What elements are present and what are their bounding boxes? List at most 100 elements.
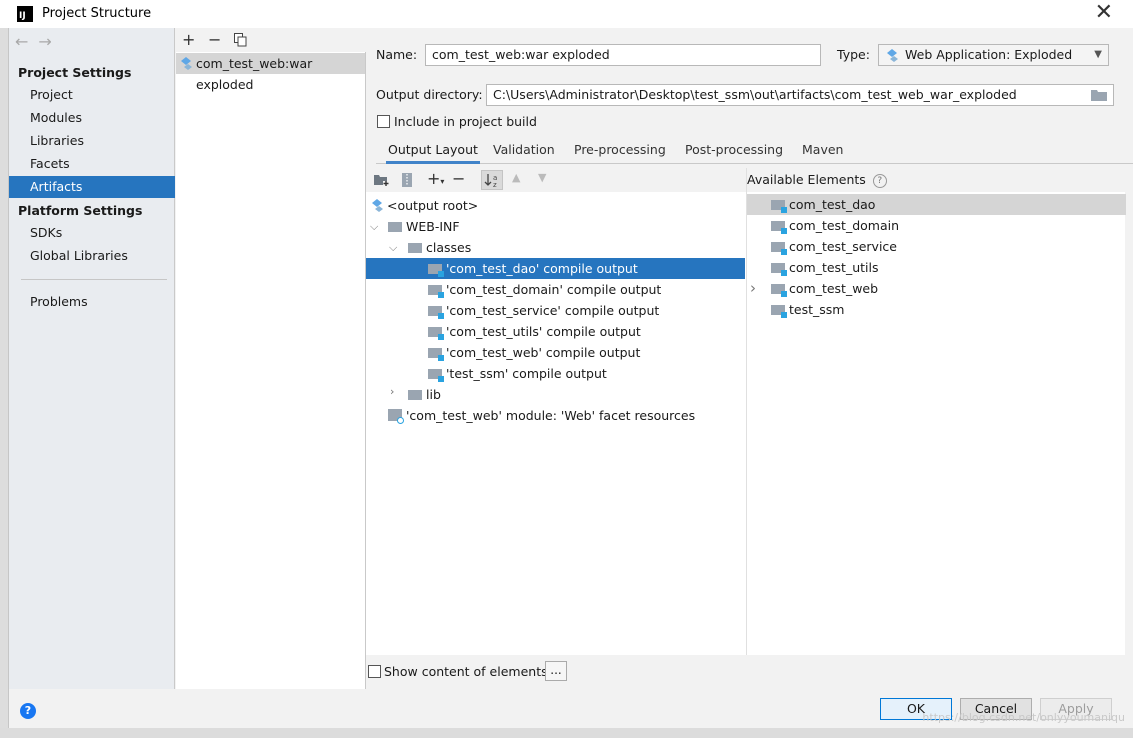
folder-browse-icon[interactable] — [1091, 89, 1107, 101]
type-select[interactable]: Web Application: Exploded ▼ — [878, 44, 1109, 66]
show-content-checkbox[interactable] — [368, 665, 381, 678]
name-field[interactable]: com_test_web:war exploded — [425, 44, 821, 66]
platform-settings-header: Platform Settings — [18, 203, 143, 218]
tab-pre-processing[interactable]: Pre-processing — [572, 138, 668, 164]
forward-arrow-icon[interactable]: → — [38, 32, 61, 51]
move-down-icon[interactable]: ▼ — [538, 171, 546, 184]
sidebar-divider — [21, 279, 167, 280]
facet-resources-icon — [388, 409, 404, 424]
artifacts-list-panel: + − com_test_web:war exploded — [176, 28, 366, 689]
create-directory-icon[interactable] — [374, 174, 389, 186]
sidebar-item-artifacts[interactable]: Artifacts — [9, 176, 175, 198]
show-content-label: Show content of elements — [384, 664, 548, 679]
sort-elements-button[interactable]: az — [481, 170, 503, 190]
create-archive-icon[interactable] — [401, 173, 413, 187]
facet-resources-label: 'com_test_web' module: 'Web' facet resou… — [406, 408, 696, 423]
available-item[interactable]: com_test_domain — [747, 215, 1126, 236]
sidebar-item-libraries[interactable]: Libraries — [9, 130, 175, 152]
move-up-icon[interactable]: ▲ — [512, 171, 520, 184]
name-label: Name: — [376, 47, 418, 62]
module-output-icon — [428, 369, 444, 382]
output-item-label: 'com_test_domain' compile output — [446, 282, 662, 297]
tree-output-root[interactable]: <output root> — [370, 195, 478, 216]
available-item[interactable]: com_test_web — [747, 278, 1126, 299]
available-elements-header: Available Elements ? — [747, 168, 1126, 192]
copy-icon[interactable] — [234, 33, 247, 47]
available-elements-panel: Available Elements ? com_test_dao com_te… — [746, 168, 1126, 655]
remove-artifact-button[interactable]: − — [208, 30, 221, 49]
sidebar-item-project[interactable]: Project — [9, 84, 175, 106]
output-directory-value: C:\Users\Administrator\Desktop\test_ssm\… — [493, 87, 1017, 102]
include-in-build-label: Include in project build — [394, 114, 537, 129]
module-output-icon — [428, 306, 444, 319]
tree-output-item[interactable]: 'com_test_web' compile output — [428, 342, 640, 363]
artifact-item-label: com_test_web:war exploded — [196, 56, 313, 92]
add-artifact-button[interactable]: + — [182, 30, 195, 49]
module-icon — [771, 263, 787, 276]
project-structure-dialog: IJ Project Structure ✕ ←→ Project Settin… — [0, 0, 1133, 738]
type-select-value: Web Application: Exploded — [905, 47, 1073, 62]
module-icon — [771, 305, 787, 318]
module-output-icon — [428, 348, 444, 361]
available-item-label: com_test_web — [789, 281, 879, 296]
remove-element-button[interactable]: − — [452, 169, 465, 188]
web-artifact-icon — [179, 56, 194, 71]
layout-bottom-bar: Show content of elements ... — [366, 655, 1133, 689]
project-settings-header: Project Settings — [18, 65, 132, 80]
web-app-icon — [885, 48, 900, 63]
chevron-down-icon[interactable]: ⌵ — [389, 241, 397, 255]
close-icon[interactable]: ✕ — [1095, 2, 1113, 24]
tree-output-item[interactable]: 'com_test_domain' compile output — [428, 279, 661, 300]
type-label: Type: — [837, 47, 870, 62]
add-element-button[interactable]: +▾ — [427, 169, 444, 188]
tree-facet-resources[interactable]: 'com_test_web' module: 'Web' facet resou… — [388, 405, 695, 426]
tree-lib[interactable]: lib — [408, 384, 441, 405]
sidebar-item-sdks[interactable]: SDKs — [9, 222, 175, 244]
tree-output-item[interactable]: 'com_test_utils' compile output — [428, 321, 641, 342]
output-item-label: 'com_test_dao' compile output — [446, 261, 638, 276]
title-bar: IJ Project Structure ✕ — [0, 0, 1133, 28]
sidebar-item-facets[interactable]: Facets — [9, 153, 175, 175]
nav-arrows: ←→ — [15, 32, 62, 51]
sidebar-item-global-libraries[interactable]: Global Libraries — [9, 245, 175, 267]
chevron-right-icon[interactable]: › — [390, 385, 394, 398]
svg-text:z: z — [493, 181, 497, 189]
watermark: https://blog.csdn.net/onlyyoumaniqu — [922, 711, 1125, 724]
module-icon — [771, 284, 787, 297]
output-item-label: 'com_test_utils' compile output — [446, 324, 641, 339]
include-in-build-checkbox[interactable] — [377, 115, 390, 128]
tree-web-inf[interactable]: WEB-INF — [388, 216, 460, 237]
available-elements-title: Available Elements — [747, 172, 866, 187]
tab-validation[interactable]: Validation — [491, 138, 557, 164]
artifact-tabs: Output Layout Validation Pre-processing … — [376, 138, 1133, 164]
available-item[interactable]: com_test_service — [747, 236, 1126, 257]
tab-output-layout[interactable]: Output Layout — [386, 138, 480, 164]
show-content-options-button[interactable]: ... — [545, 661, 567, 681]
output-root-label: <output root> — [387, 198, 479, 213]
tab-post-processing[interactable]: Post-processing — [683, 138, 785, 164]
tree-output-item[interactable]: 'com_test_dao' compile output — [366, 258, 745, 279]
chevron-down-icon[interactable]: ⌵ — [370, 220, 378, 234]
available-item[interactable]: com_test_dao — [747, 194, 1126, 215]
lib-label: lib — [426, 387, 441, 402]
sidebar-item-problems[interactable]: Problems — [9, 291, 175, 313]
help-icon[interactable]: ? — [872, 174, 887, 188]
tab-maven[interactable]: Maven — [800, 138, 845, 164]
help-icon[interactable]: ? — [20, 703, 36, 719]
available-item[interactable]: com_test_utils — [747, 257, 1126, 278]
tree-output-item[interactable]: 'test_ssm' compile output — [428, 363, 607, 384]
sidebar-item-modules[interactable]: Modules — [9, 107, 175, 129]
available-item[interactable]: test_ssm — [747, 299, 1126, 320]
available-item-label: com_test_service — [789, 239, 897, 254]
artifact-item-war-exploded[interactable]: com_test_web:war exploded — [176, 53, 365, 92]
output-directory-label: Output directory: — [376, 87, 483, 102]
tree-output-item[interactable]: 'com_test_service' compile output — [428, 300, 659, 321]
output-root-icon — [370, 198, 384, 212]
tree-classes[interactable]: classes — [408, 237, 471, 258]
module-output-icon — [428, 285, 444, 298]
available-item-label: com_test_utils — [789, 260, 879, 275]
artifact-details-panel: Name: com_test_web:war exploded Type: We… — [366, 28, 1133, 689]
back-arrow-icon[interactable]: ← — [15, 32, 38, 51]
artifacts-toolbar: + − — [176, 28, 366, 52]
output-directory-field[interactable]: C:\Users\Administrator\Desktop\test_ssm\… — [486, 84, 1114, 106]
